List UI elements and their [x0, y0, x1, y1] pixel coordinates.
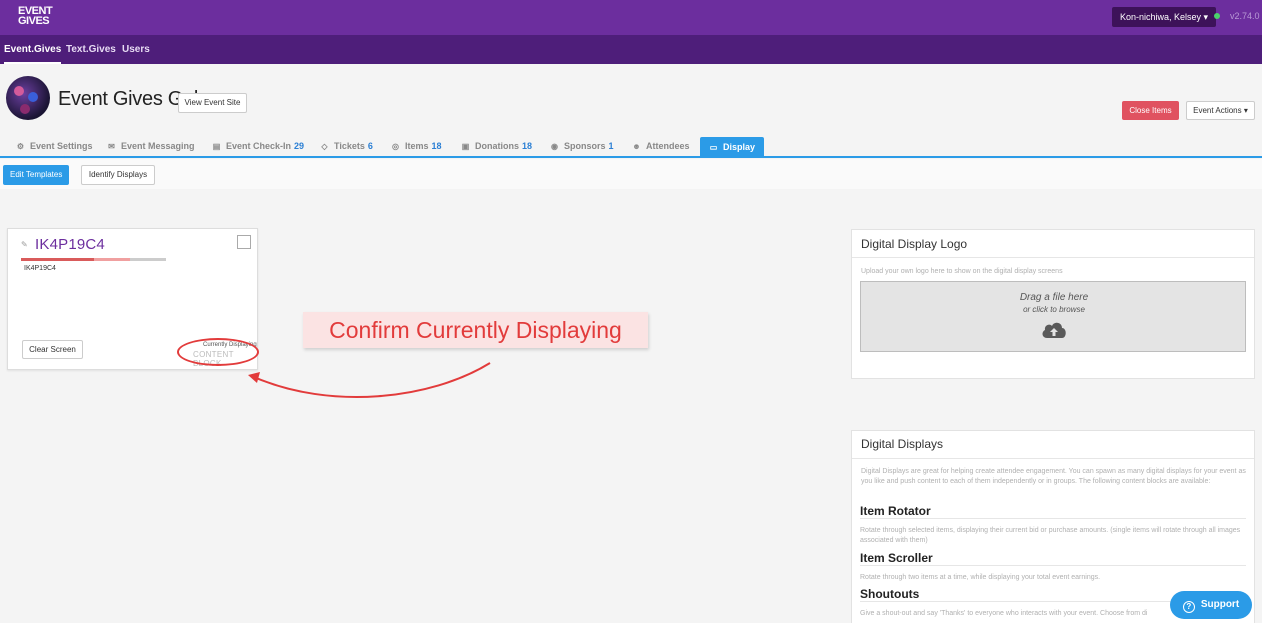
tab-count: 18 — [431, 141, 442, 151]
tab-tickets[interactable]: ◇ Tickets 6 — [320, 137, 373, 156]
event-avatar — [6, 76, 50, 120]
user-menu-button[interactable]: Kon-nichiwa, Kelsey ▾ — [1112, 7, 1217, 27]
cloud-upload-icon — [1042, 322, 1066, 338]
display-code[interactable]: IK4P19C4 — [35, 236, 105, 253]
edit-templates-button[interactable]: Edit Templates — [3, 165, 70, 185]
tab-count: 1 — [608, 141, 614, 151]
dropzone-main-text: Drag a file here — [1019, 292, 1089, 303]
close-items-button[interactable]: Close Items — [1122, 101, 1179, 120]
nav-item-event-gives[interactable]: Event.Gives — [4, 35, 62, 64]
tab-display[interactable]: ▭ Display — [700, 137, 765, 158]
content-block-desc: Give a shout-out and say 'Thanks' to eve… — [860, 610, 1148, 617]
callout-arrow — [248, 362, 491, 398]
view-event-site-button[interactable]: View Event Site — [178, 93, 247, 113]
tab-label: Event Settings — [30, 141, 93, 151]
display-status-bar — [21, 258, 166, 261]
event-tabs: ⚙ Event Settings ✉ Event Messaging ▤ Event … — [0, 137, 1262, 158]
nav-item-users[interactable]: Users — [122, 35, 150, 64]
tab-count: 29 — [294, 141, 305, 151]
event-gives-logo[interactable]: EVENT GIVES — [18, 6, 53, 27]
gear-icon: ⚙ — [16, 142, 25, 151]
top-bar: EVENT GIVES Kon-nichiwa, Kelsey ▾ v2.74.… — [0, 0, 1262, 35]
tab-label: Event Check-In — [226, 141, 292, 151]
panel-title: Digital Displays — [861, 437, 944, 451]
tab-donations[interactable]: ▣ Donations 18 — [461, 137, 532, 156]
status-bar-segment — [94, 258, 130, 261]
content-block-desc: Rotate through selected items, displayin… — [860, 527, 1241, 544]
tab-label: Donations — [475, 141, 519, 151]
callout-annotation: Confirm Currently Displaying — [303, 312, 648, 348]
content-block-heading: Item Rotator — [860, 504, 931, 518]
clear-screen-button[interactable]: Clear Screen — [22, 340, 83, 359]
help-icon: ? — [1182, 601, 1195, 613]
tab-event-settings[interactable]: ⚙ Event Settings — [16, 137, 93, 156]
tab-event-messaging[interactable]: ✉ Event Messaging — [107, 137, 195, 156]
pencil-icon[interactable]: ✎ — [21, 240, 28, 249]
monitor-icon: ▭ — [709, 143, 718, 152]
panel-title: Digital Display Logo — [861, 237, 968, 251]
content-block-heading: Shoutouts — [860, 587, 920, 601]
content-block-divider — [860, 518, 1246, 519]
tab-sponsors[interactable]: ◉ Sponsors 1 — [550, 137, 614, 156]
tab-label: Items — [405, 141, 429, 151]
dropzone-sub-text: or click to browse — [1023, 305, 1085, 314]
sponsor-icon: ◉ — [551, 142, 558, 151]
nav-item-text-gives[interactable]: Text.Gives — [66, 35, 116, 64]
tab-attendees[interactable]: ☻ Attendees — [632, 137, 690, 156]
logo-dropzone[interactable]: Drag a file here or click to browse — [860, 281, 1246, 352]
support-label: Support — [1200, 599, 1240, 610]
item-icon: ◎ — [392, 142, 399, 151]
event-actions-button[interactable]: Event Actions ▾ — [1186, 101, 1255, 120]
version-label: v2.74.0 — [1230, 11, 1260, 21]
tab-label: Sponsors — [564, 141, 606, 151]
display-sub-code: IK4P19C4 — [24, 265, 56, 272]
status-bar-segment — [21, 258, 94, 261]
tab-count: 6 — [367, 141, 373, 151]
content-block-heading: Item Scroller — [860, 551, 933, 565]
attendees-icon: ☻ — [632, 142, 641, 151]
identify-displays-button[interactable]: Identify Displays — [81, 165, 155, 185]
displays-intro-text: Digital Displays are great for helping c… — [861, 468, 1246, 485]
tab-count: 18 — [522, 141, 533, 151]
panel-divider — [852, 458, 1254, 459]
online-status-icon — [1214, 13, 1220, 19]
logo-help-text: Upload your own logo here to show on the… — [861, 268, 1063, 275]
donation-icon: ▣ — [461, 142, 470, 151]
tab-label: Attendees — [646, 141, 690, 151]
tab-label: Tickets — [334, 141, 365, 151]
envelope-icon: ✉ — [108, 142, 115, 151]
tab-event-check-in[interactable]: ▤ Event Check-In 29 — [212, 137, 304, 156]
tab-label: Display — [723, 142, 756, 152]
display-select-checkbox[interactable] — [237, 235, 251, 249]
checkin-icon: ▤ — [212, 142, 221, 151]
tab-label: Event Messaging — [121, 141, 195, 151]
ticket-icon: ◇ — [321, 142, 328, 151]
tab-items[interactable]: ◎ Items 18 — [391, 137, 442, 156]
panel-divider — [852, 257, 1254, 258]
main-nav: Event.Gives Text.Gives Users — [0, 35, 1262, 64]
content-block-divider — [860, 565, 1246, 566]
display-toolbar — [0, 159, 1262, 189]
support-button[interactable]: ? Support — [1170, 591, 1252, 619]
content-block-desc: Rotate through two items at a time, whil… — [860, 574, 1101, 581]
logo-line-2: GIVES — [18, 15, 50, 27]
